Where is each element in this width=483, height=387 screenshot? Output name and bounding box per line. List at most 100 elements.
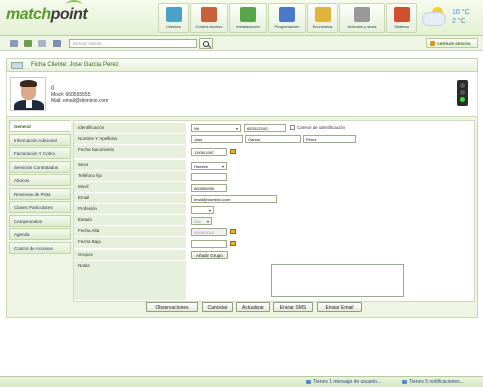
add-group-button[interactable]: Añadir Grupo — [191, 251, 228, 259]
sidebar-item-campeonatos[interactable]: Campeonatos — [9, 214, 71, 227]
id-card-icon — [11, 62, 23, 69]
row-identificacion: Identificación Nif 65331234G Carece de i… — [74, 123, 474, 134]
system-icon — [393, 7, 410, 22]
module-control-acceso[interactable]: Control Acceso — [190, 3, 228, 33]
message-icon — [306, 380, 311, 384]
calendar-icon[interactable] — [10, 40, 18, 47]
calendar-icon[interactable] — [230, 241, 236, 246]
module-label: Sistema — [394, 24, 409, 29]
sidebar-item-abonos[interactable]: Abonos — [9, 174, 71, 186]
messages-link[interactable]: Tienes 1 mensaje de usuario... — [313, 379, 381, 385]
no-id-label: Carece de identificación — [297, 125, 346, 130]
label-estado: Estado — [74, 215, 186, 225]
logout-button[interactable]: CERRAR SESIÓN — [426, 38, 478, 48]
cancel-button[interactable]: Cancelar — [202, 302, 233, 312]
id-number-field[interactable]: 65331234G — [244, 124, 286, 132]
notes-textarea[interactable] — [271, 264, 404, 297]
state-select[interactable]: Alta — [191, 217, 212, 225]
notification-icon — [402, 380, 407, 384]
update-button[interactable]: Actualizar — [236, 302, 270, 312]
module-clientes[interactable]: Clientes — [158, 3, 189, 33]
app-logo[interactable]: matchpoint — [6, 0, 88, 24]
row-profesion: Profesión — [74, 204, 474, 215]
row-email: Email email@dominio.com — [74, 193, 474, 204]
sidebar-item-accesos[interactable]: Control de Accesos — [9, 241, 71, 254]
client-panel: General Información Adicional Facturació… — [6, 116, 478, 318]
clients-icon — [165, 7, 182, 22]
page-title: Ficha Cliente: Jose Garcia Perez — [31, 62, 119, 68]
temp-low: 2 °C — [452, 18, 466, 25]
module-sistema[interactable]: Sistema — [386, 3, 417, 33]
search-button[interactable] — [199, 38, 213, 49]
profession-select[interactable] — [191, 206, 214, 214]
module-articulos[interactable]: Artículos y stock — [339, 3, 385, 33]
notifications-link[interactable]: Tienes 5 notificaciones... — [409, 379, 464, 385]
action-bar: Observaciones Cancelar Actualizar Enviar… — [7, 302, 477, 314]
label-movil: Movil — [74, 182, 186, 192]
edit-icon[interactable] — [24, 40, 32, 47]
finance-icon — [314, 7, 331, 22]
module-bar: Clientes Control Acceso Instalaciones Pr… — [158, 3, 418, 33]
birth-date-field[interactable]: 13/06/1987 — [191, 148, 227, 156]
row-nombre: Nombre Y Apellidos Jose Garcia Perez — [74, 134, 474, 145]
module-label: Control Acceso — [195, 24, 223, 29]
label-telefono: Teléfono fijo — [74, 171, 186, 181]
send-sms-button[interactable]: Enviar SMS — [273, 302, 313, 312]
mobile-field[interactable]: 660555555 — [191, 184, 227, 192]
sidebar: General Información Adicional Facturació… — [9, 120, 71, 255]
status-footer: Tienes 1 mensaje de usuario... Tienes 5 … — [0, 376, 483, 387]
ficha-header: Ficha Cliente: Jose Garcia Perez — [6, 58, 478, 72]
sidebar-item-informacion[interactable]: Información Adicional — [9, 133, 71, 146]
general-form: Identificación Nif 65331234G Carece de i… — [73, 120, 475, 302]
user-search-icon[interactable] — [53, 40, 61, 47]
row-movil: Movil 660555555 — [74, 182, 474, 193]
calendar-icon[interactable] — [230, 149, 236, 154]
calendar-icon[interactable] — [230, 229, 236, 234]
sidebar-item-servicios[interactable]: Servicios Contratados — [9, 160, 71, 173]
no-id-checkbox[interactable] — [290, 125, 295, 130]
sidebar-item-facturacion[interactable]: Facturación Y Cobro — [9, 147, 71, 159]
schedule-icon — [279, 7, 295, 22]
phone-field[interactable] — [191, 173, 227, 181]
email-field[interactable]: email@dominio.com — [191, 195, 277, 203]
send-email-button[interactable]: Enviar Email — [317, 302, 362, 312]
logo-text-match: match — [6, 6, 51, 23]
alta-date-field[interactable]: 06/08/2010 — [191, 228, 227, 236]
first-name-field[interactable]: Jose — [191, 135, 243, 143]
id-type-select[interactable]: Nif — [191, 124, 241, 132]
traffic-light-icon — [457, 80, 468, 106]
access-control-icon — [201, 7, 217, 22]
top-header: matchpoint Clientes Control Acceso Insta… — [0, 0, 483, 36]
weather-widget: 10 °C 2 °C — [420, 4, 482, 34]
document-icon[interactable] — [38, 40, 46, 47]
module-label: Económica — [312, 24, 333, 29]
row-grupos: Grupos Añadir Grupo — [74, 250, 474, 261]
search-input[interactable]: Buscar cliente... — [69, 39, 197, 48]
sidebar-item-clases[interactable]: Clases Particulares — [9, 201, 71, 213]
row-sexo: Sexo Hombre — [74, 160, 474, 171]
last-name1-field[interactable]: Garcia — [245, 135, 301, 143]
module-label: Instalaciones — [236, 24, 260, 29]
label-baja: Fecha Baja — [74, 237, 186, 248]
row-baja: Fecha Baja — [74, 237, 474, 249]
sidebar-item-reservas[interactable]: Reservas de Pista — [9, 187, 71, 200]
logout-label: CERRAR SESIÓN — [437, 41, 471, 46]
sidebar-item-agenda[interactable]: Agenda — [9, 228, 71, 240]
module-label: Clientes — [166, 24, 181, 29]
module-instalaciones[interactable]: Instalaciones — [229, 3, 267, 33]
stock-icon — [354, 7, 370, 22]
module-programacion[interactable]: Programación — [268, 3, 306, 33]
sex-select[interactable]: Hombre — [191, 162, 227, 170]
observaciones-button[interactable]: Observaciones — [146, 302, 198, 312]
cloud-icon — [422, 12, 446, 26]
label-alta: Fecha Alta — [74, 226, 186, 236]
client-summary: 0 Movil: 660555555 Mail: email@dominio.c… — [6, 72, 478, 116]
label-notas: Notas — [74, 261, 186, 300]
baja-date-field[interactable] — [191, 240, 227, 248]
label-identificacion: Identificación — [74, 123, 186, 133]
client-email: Mail: email@dominio.com — [51, 98, 109, 104]
label-grupos: Grupos — [74, 250, 186, 260]
last-name2-field[interactable]: Perez — [303, 135, 356, 143]
sidebar-item-general[interactable]: General — [9, 120, 71, 132]
module-economica[interactable]: Económica — [307, 3, 338, 33]
